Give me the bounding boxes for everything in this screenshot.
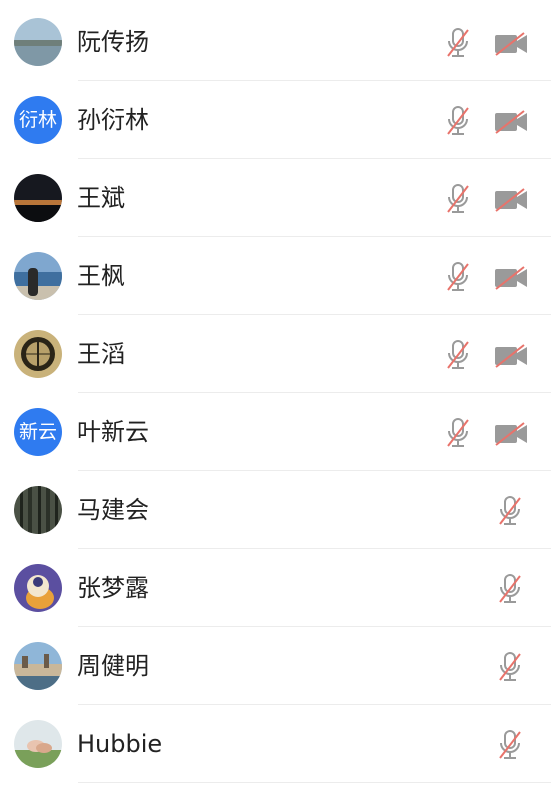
avatar <box>14 720 62 768</box>
mic-muted-icon[interactable] <box>446 105 470 137</box>
participant-row[interactable]: 新云 叶新云 <box>0 393 551 471</box>
participant-name: 张梦露 <box>77 574 149 602</box>
avatar <box>14 564 62 612</box>
participant-name: 王滔 <box>77 340 125 368</box>
mic-muted-icon[interactable] <box>446 183 470 215</box>
avatar: 新云 <box>14 408 62 456</box>
participant-name: 阮传扬 <box>77 28 149 56</box>
mic-muted-icon[interactable] <box>446 261 470 293</box>
participant-name: 王斌 <box>77 184 125 212</box>
avatar <box>14 486 62 534</box>
participant-row[interactable]: 张梦露 <box>0 549 551 627</box>
participant-list: 阮传扬 衍林 孙衍林 王斌 王枫 王滔 新云 叶新云 马建会 张梦露 周健明 H… <box>0 0 551 788</box>
mic-muted-icon[interactable] <box>498 573 522 605</box>
mic-muted-icon[interactable] <box>446 417 470 449</box>
participant-row[interactable]: Hubbie <box>0 705 551 783</box>
avatar <box>14 252 62 300</box>
camera-off-icon[interactable] <box>494 266 528 290</box>
participant-row[interactable]: 王斌 <box>0 159 551 237</box>
participant-row[interactable]: 衍林 孙衍林 <box>0 81 551 159</box>
divider <box>78 782 551 783</box>
participant-name: 周健明 <box>77 652 149 680</box>
mic-muted-icon[interactable] <box>446 339 470 371</box>
participant-name: 马建会 <box>77 496 149 524</box>
mic-muted-icon[interactable] <box>498 651 522 683</box>
participant-row[interactable]: 王枫 <box>0 237 551 315</box>
participant-name: 王枫 <box>77 262 125 290</box>
camera-off-icon[interactable] <box>494 110 528 134</box>
participant-row[interactable]: 阮传扬 <box>0 3 551 81</box>
camera-off-icon[interactable] <box>494 422 528 446</box>
avatar: 衍林 <box>14 96 62 144</box>
participant-row[interactable]: 马建会 <box>0 471 551 549</box>
mic-muted-icon[interactable] <box>446 27 470 59</box>
camera-off-icon[interactable] <box>494 32 528 56</box>
mic-muted-icon[interactable] <box>498 495 522 527</box>
avatar <box>14 18 62 66</box>
avatar <box>14 642 62 690</box>
mic-muted-icon[interactable] <box>498 729 522 761</box>
participant-name: 叶新云 <box>77 418 149 446</box>
participant-name: Hubbie <box>77 730 163 758</box>
participant-row[interactable]: 王滔 <box>0 315 551 393</box>
participant-name: 孙衍林 <box>77 106 149 134</box>
avatar <box>14 174 62 222</box>
camera-off-icon[interactable] <box>494 344 528 368</box>
avatar <box>14 330 62 378</box>
camera-off-icon[interactable] <box>494 188 528 212</box>
participant-row[interactable]: 周健明 <box>0 627 551 705</box>
